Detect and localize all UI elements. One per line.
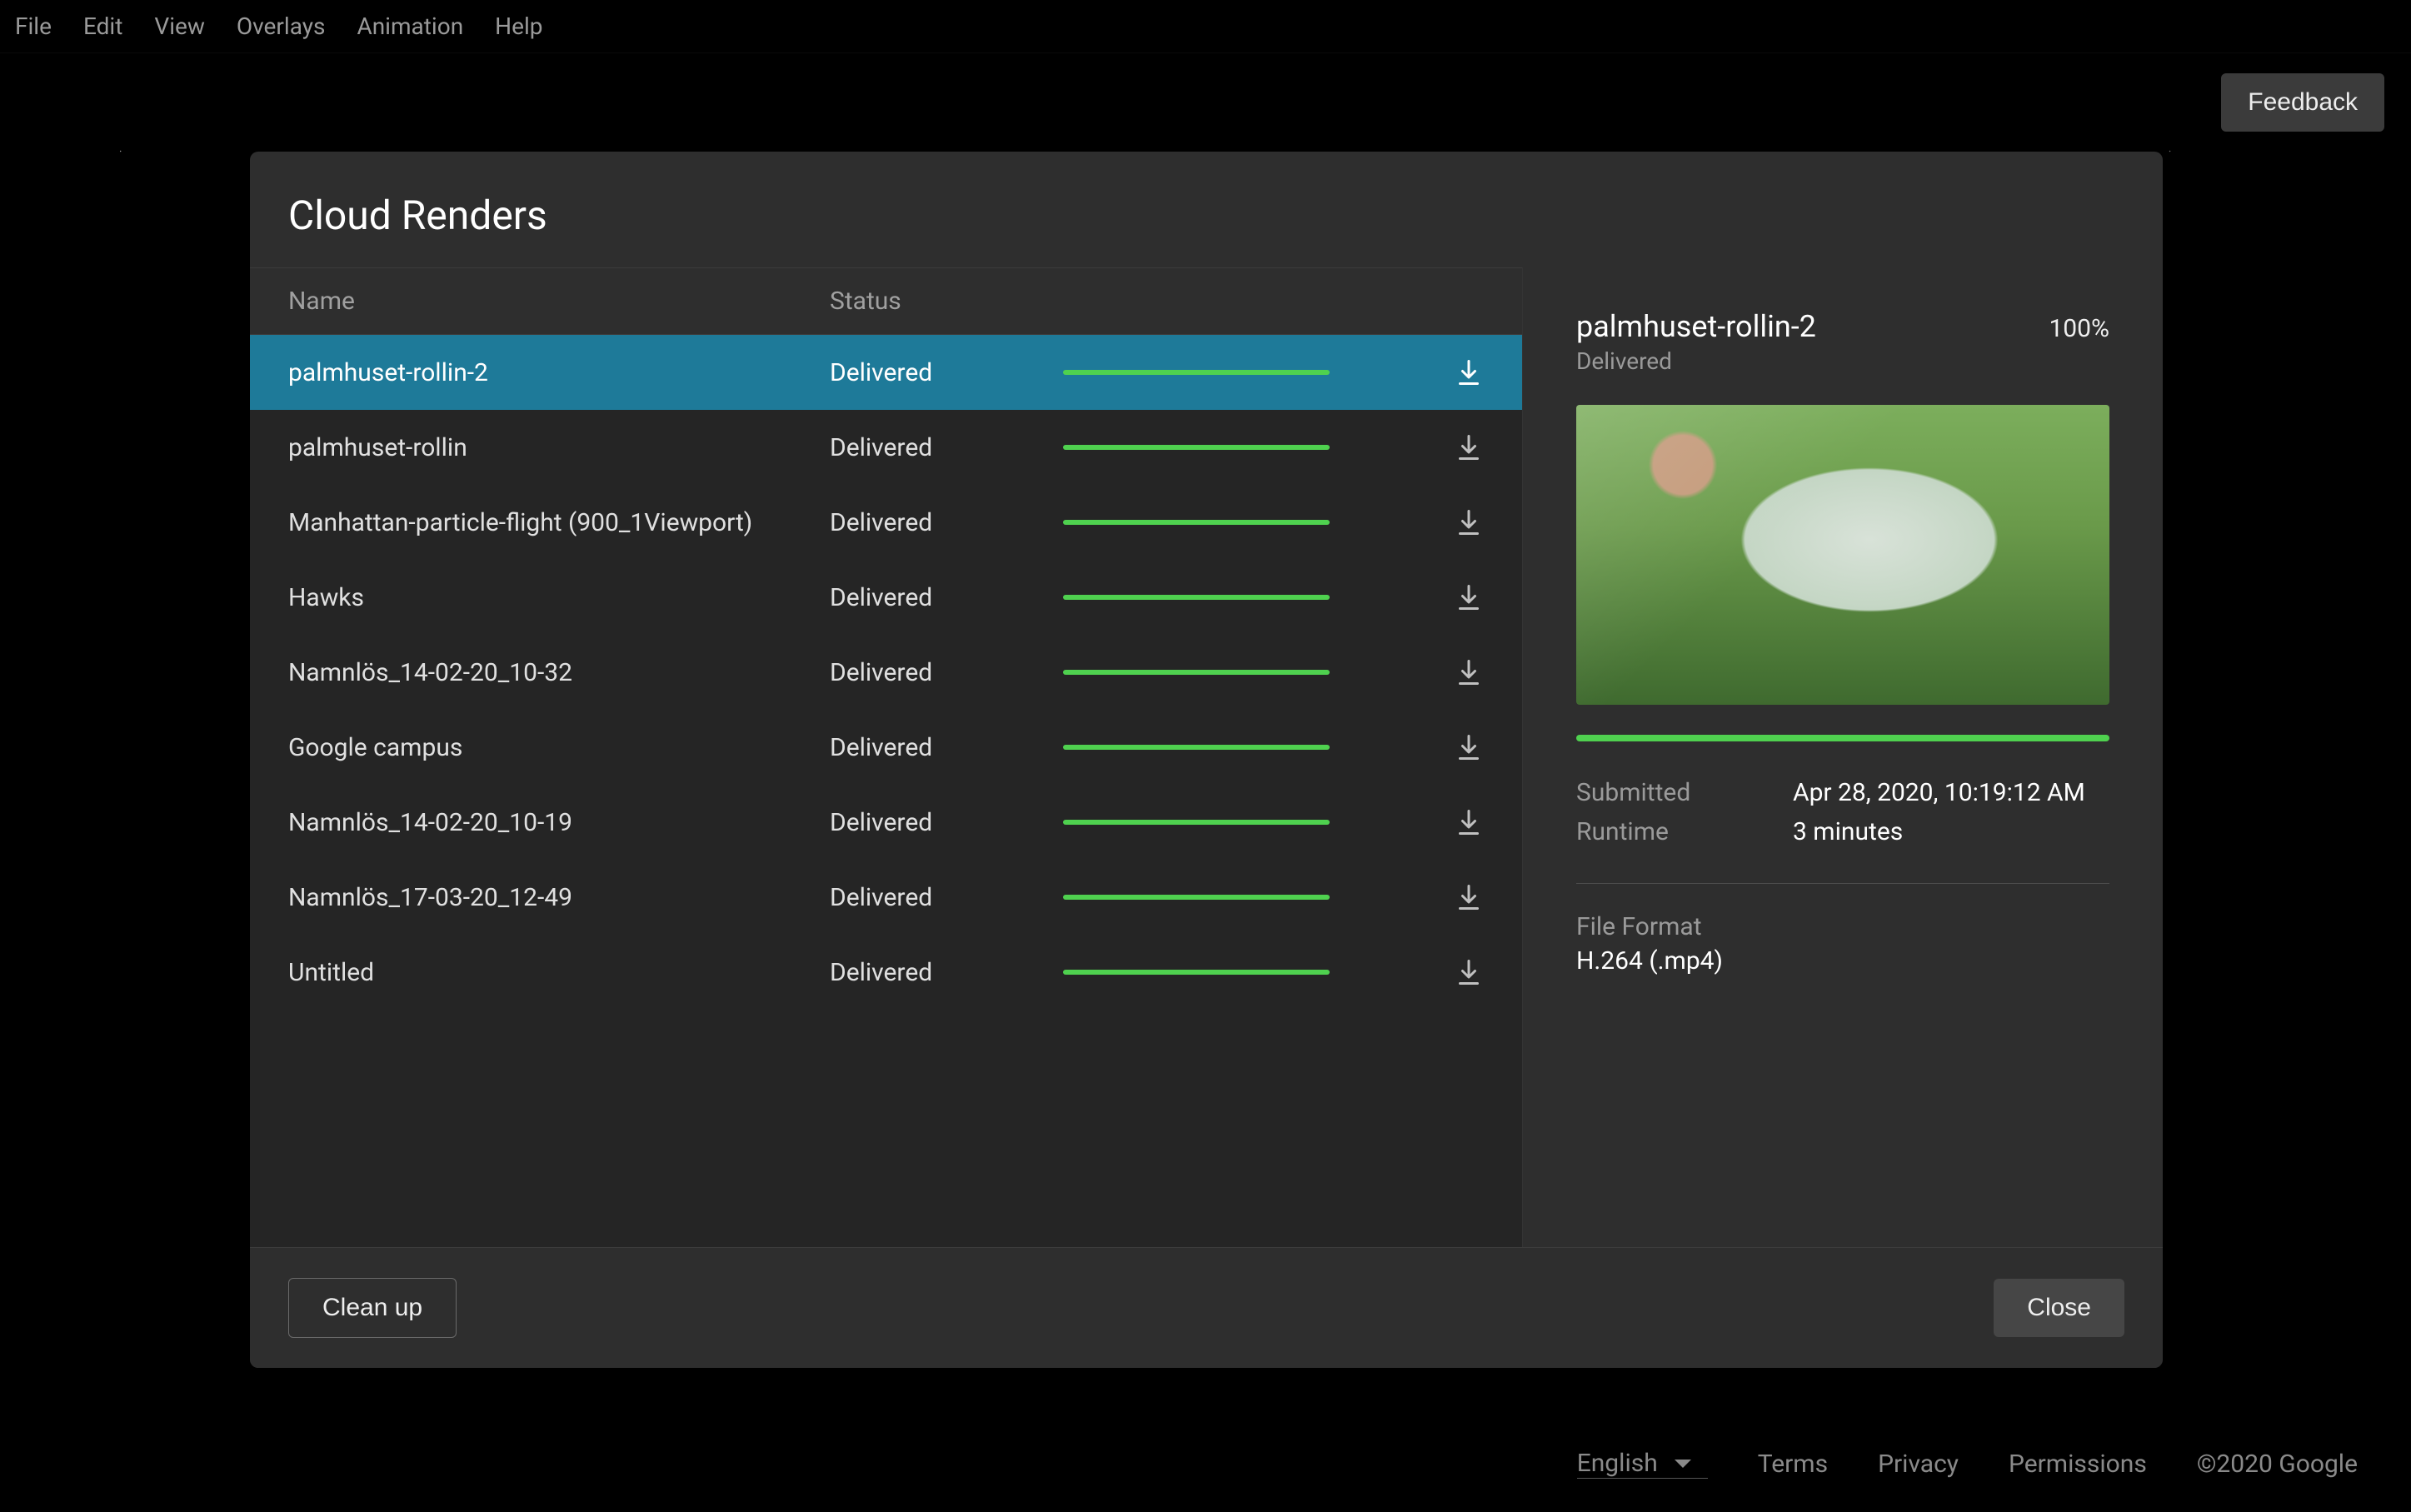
progress-bar [1063,820,1330,825]
language-label: English [1577,1449,1658,1478]
footer-link-permissions[interactable]: Permissions [2009,1450,2147,1479]
details-percent: 100% [2049,314,2109,343]
download-icon[interactable] [1454,507,1484,537]
progress-bar [1063,370,1330,375]
render-name: palmhuset-rollin [288,433,830,462]
render-progress-cell [1063,582,1484,612]
download-icon[interactable] [1454,957,1484,987]
render-name: Untitled [288,958,830,987]
download-icon[interactable] [1454,357,1484,387]
progress-bar [1063,745,1330,750]
render-status: Delivered [830,658,1063,687]
render-row[interactable]: Google campusDelivered [250,710,1522,785]
details-status: Delivered [1576,347,2109,375]
modal-footer: Clean up Close [250,1247,2163,1368]
render-row[interactable]: Namnlös_17-03-20_12-49Delivered [250,860,1522,935]
list-header: Name Status [250,267,1522,335]
render-status: Delivered [830,883,1063,912]
download-icon[interactable] [1454,432,1484,462]
render-row[interactable]: palmhuset-rollinDelivered [250,410,1522,485]
render-progress-cell [1063,432,1484,462]
render-progress-cell [1063,507,1484,537]
details-progress-bar [1576,735,2109,741]
divider [1576,883,2109,884]
download-icon[interactable] [1454,807,1484,837]
render-name: palmhuset-rollin-2 [288,358,830,387]
render-row[interactable]: UntitledDelivered [250,935,1522,1010]
footer-link-privacy[interactable]: Privacy [1878,1450,1959,1479]
progress-bar [1063,895,1330,900]
menu-file[interactable]: File [15,12,52,40]
submitted-value: Apr 28, 2020, 10:19:12 AM [1793,778,2109,807]
menu-overlays[interactable]: Overlays [237,12,326,40]
column-header-status: Status [830,287,1063,316]
render-row[interactable]: Namnlös_14-02-20_10-19Delivered [250,785,1522,860]
render-progress-cell [1063,732,1484,762]
file-format-label: File Format [1576,912,2109,941]
render-name: Manhattan-particle-flight (900_1Viewport… [288,508,830,537]
copyright: ©2020 Google [2197,1450,2358,1479]
progress-bar [1063,970,1330,975]
render-progress-cell [1063,657,1484,687]
chevron-down-icon [1675,1460,1691,1468]
menu-view[interactable]: View [154,12,205,40]
render-list: Name Status palmhuset-rollin-2Deliveredp… [250,267,1523,1247]
footer-bar: English Terms Privacy Permissions ©2020 … [1577,1449,2358,1479]
render-status: Delivered [830,433,1063,462]
menu-animation[interactable]: Animation [357,12,463,40]
modal-title: Cloud Renders [250,152,2163,267]
render-progress-cell [1063,882,1484,912]
cloud-renders-modal: Cloud Renders Name Status palmhuset-roll… [250,152,2163,1368]
file-format-value: H.264 (.mp4) [1576,946,2109,976]
column-header-name: Name [288,287,830,316]
render-name: Namnlös_14-02-20_10-19 [288,808,830,837]
download-icon[interactable] [1454,657,1484,687]
progress-bar [1063,520,1330,525]
download-icon[interactable] [1454,732,1484,762]
render-progress-cell [1063,807,1484,837]
details-title: palmhuset-rollin-2 [1576,309,1816,344]
render-status: Delivered [830,958,1063,987]
render-row[interactable]: palmhuset-rollin-2Delivered [250,335,1522,410]
render-status: Delivered [830,733,1063,762]
progress-bar [1063,595,1330,600]
render-name: Hawks [288,583,830,612]
menu-edit[interactable]: Edit [83,12,122,40]
render-progress-cell [1063,957,1484,987]
render-status: Delivered [830,808,1063,837]
feedback-button[interactable]: Feedback [2221,73,2384,132]
close-button[interactable]: Close [1994,1279,2124,1337]
runtime-value: 3 minutes [1793,817,2109,846]
render-row[interactable]: HawksDelivered [250,560,1522,635]
render-row[interactable]: Namnlös_14-02-20_10-32Delivered [250,635,1522,710]
render-name: Google campus [288,733,830,762]
render-row[interactable]: Manhattan-particle-flight (900_1Viewport… [250,485,1522,560]
render-status: Delivered [830,358,1063,387]
render-status: Delivered [830,508,1063,537]
progress-bar [1063,445,1330,450]
render-details-panel: palmhuset-rollin-2 100% Delivered Submit… [1523,267,2163,1247]
menu-help[interactable]: Help [495,12,542,40]
menubar: File Edit View Overlays Animation Help [0,0,2411,53]
cleanup-button[interactable]: Clean up [288,1278,457,1338]
footer-link-terms[interactable]: Terms [1758,1450,1828,1479]
render-name: Namnlös_14-02-20_10-32 [288,658,830,687]
submitted-label: Submitted [1576,778,1793,807]
render-progress-cell [1063,357,1484,387]
language-select[interactable]: English [1577,1449,1708,1479]
download-icon[interactable] [1454,882,1484,912]
progress-bar [1063,670,1330,675]
render-status: Delivered [830,583,1063,612]
runtime-label: Runtime [1576,817,1793,846]
download-icon[interactable] [1454,582,1484,612]
render-name: Namnlös_17-03-20_12-49 [288,883,830,912]
preview-thumbnail [1576,405,2109,705]
